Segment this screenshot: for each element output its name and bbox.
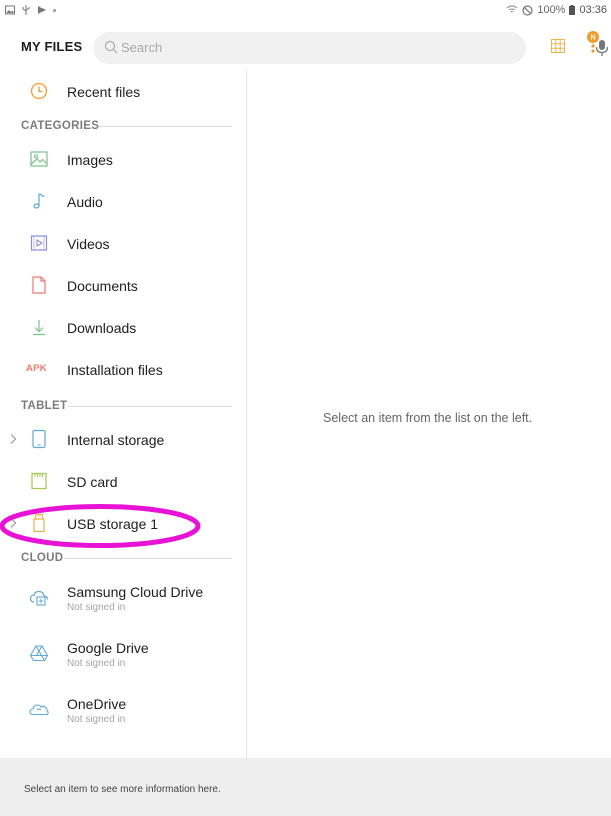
document-icon <box>32 276 46 294</box>
battery-percent: 100% <box>537 4 566 16</box>
sidebar-item-samsung-cloud-drive[interactable]: Samsung Cloud Drive Not signed in <box>0 582 246 622</box>
sidebar-item-label: Internal storage <box>67 432 165 448</box>
cast-notification-icon <box>38 6 46 14</box>
sidebar-item-label: Downloads <box>67 320 137 336</box>
do-not-disturb-icon <box>522 4 533 16</box>
search-icon <box>104 40 118 54</box>
gallery-notification-icon <box>5 5 15 15</box>
app-header: MY FILES Search N <box>0 24 611 70</box>
apk-icon: APK <box>26 363 47 374</box>
usb-notification-icon <box>22 5 30 15</box>
sidebar-item-label: Images <box>67 152 113 168</box>
sidebar-item-google-drive[interactable]: Google Drive Not signed in <box>0 638 246 678</box>
sidebar-item-audio[interactable]: Audio <box>0 182 246 222</box>
sd-card-icon <box>31 472 47 490</box>
more-options-icon[interactable]: N <box>583 29 603 57</box>
wifi-icon <box>507 5 518 13</box>
sidebar-item-videos[interactable]: Videos <box>0 224 246 264</box>
empty-state-message: Select an item from the list on the left… <box>323 411 533 425</box>
sign-in-status: Not signed in <box>67 714 126 725</box>
sign-in-status: Not signed in <box>67 602 126 613</box>
sidebar-item-images[interactable]: Images <box>0 140 246 180</box>
section-heading-tablet: TABLET <box>21 400 68 412</box>
clock-icon <box>30 82 48 100</box>
video-icon <box>30 235 48 251</box>
clock-time: 03:36 <box>579 4 607 16</box>
status-icons-right: 100% 03:36 <box>506 4 607 16</box>
sidebar-item-label: Audio <box>67 194 103 210</box>
search-input[interactable]: Search <box>93 32 609 64</box>
sidebar-item-label: Google Drive <box>67 640 149 656</box>
section-divider <box>64 558 232 559</box>
battery-icon <box>569 5 576 15</box>
image-icon <box>30 151 48 167</box>
sign-in-status: Not signed in <box>67 658 126 669</box>
section-heading-cloud: CLOUD <box>21 552 64 564</box>
svg-text:N: N <box>590 35 595 42</box>
sidebar-item-label: SD card <box>67 474 118 490</box>
sidebar-item-label: Recent files <box>67 84 141 100</box>
app-title: MY FILES <box>21 39 83 54</box>
download-icon <box>33 320 45 336</box>
music-note-icon <box>33 193 45 209</box>
section-divider <box>99 126 232 127</box>
grid-view-icon[interactable] <box>551 39 565 53</box>
footer-info-message: Select an item to see more information h… <box>24 784 221 795</box>
sidebar-item-sd-card[interactable]: SD card <box>0 462 246 502</box>
sidebar-item-internal-storage[interactable]: Internal storage <box>0 420 246 460</box>
onedrive-icon <box>29 704 49 716</box>
google-drive-icon <box>29 645 49 662</box>
sidebar-item-label: Installation files <box>67 362 163 378</box>
highlight-ellipse-annotation <box>0 504 201 548</box>
status-icons-left <box>5 5 56 15</box>
sidebar-item-installation-files[interactable]: APK Installation files <box>0 350 246 390</box>
section-divider <box>68 406 232 407</box>
sidebar-item-documents[interactable]: Documents <box>0 266 246 306</box>
sidebar-item-label: OneDrive <box>67 696 127 712</box>
sidebar-item-downloads[interactable]: Downloads <box>0 308 246 348</box>
tablet-icon <box>32 429 46 449</box>
sidebar: Recent files CATEGORIES Images Audio Vid… <box>0 70 247 758</box>
sidebar-item-label: Documents <box>67 278 138 294</box>
status-bar: 100% 03:36 <box>0 0 611 24</box>
details-footer: Select an item to see more information h… <box>0 758 611 816</box>
notification-dot-icon <box>53 8 56 12</box>
sidebar-item-recent-files[interactable]: Recent files <box>0 72 246 112</box>
chevron-right-icon[interactable] <box>9 433 17 445</box>
sidebar-item-label: Videos <box>67 236 110 252</box>
section-heading-categories: CATEGORIES <box>21 120 100 132</box>
samsung-cloud-icon <box>29 590 49 606</box>
search-placeholder: Search <box>121 40 163 55</box>
sidebar-item-onedrive[interactable]: OneDrive Not signed in <box>0 694 246 734</box>
sidebar-item-label: Samsung Cloud Drive <box>67 584 204 600</box>
